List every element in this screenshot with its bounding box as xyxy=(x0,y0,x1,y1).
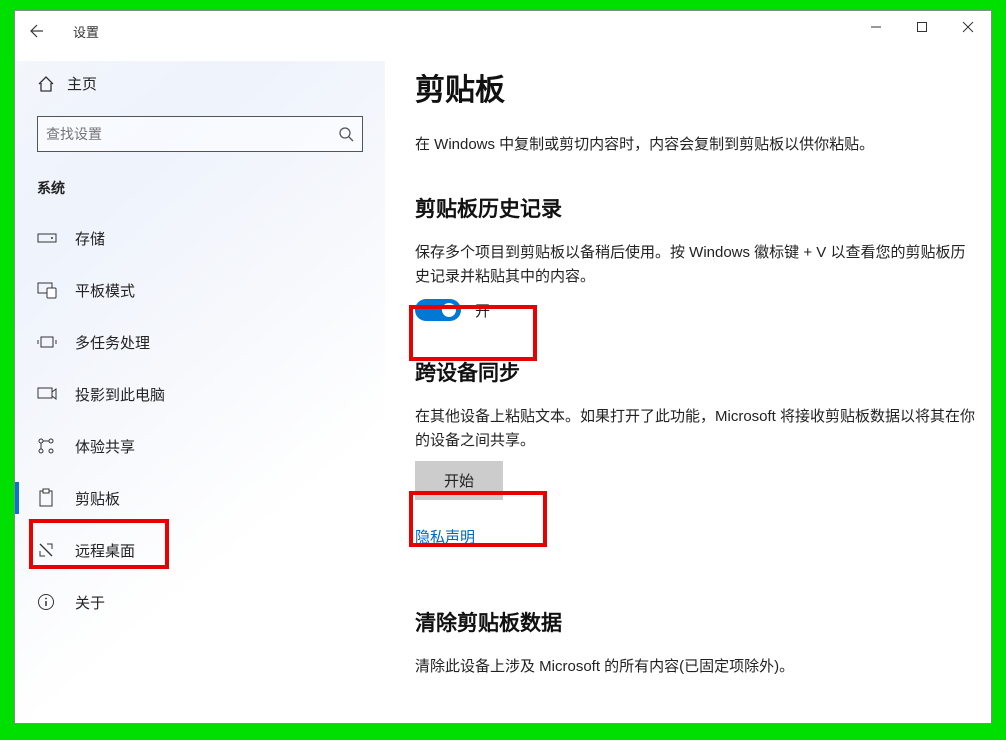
section-clear-title: 清除剪贴板数据 xyxy=(415,607,975,637)
multitask-icon xyxy=(37,334,75,350)
search-input-wrap[interactable] xyxy=(37,116,363,152)
sidebar-item-label: 体验共享 xyxy=(75,436,135,457)
maximize-button[interactable] xyxy=(899,11,945,43)
search-icon xyxy=(338,126,354,142)
sidebar-item-shared[interactable]: 体验共享 xyxy=(15,420,385,472)
sidebar-item-label: 平板模式 xyxy=(75,280,135,301)
sync-start-button[interactable]: 开始 xyxy=(415,461,503,500)
tablet-icon xyxy=(37,281,75,299)
home-icon xyxy=(37,75,67,93)
section-clear-desc: 清除此设备上涉及 Microsoft 的所有内容(已固定项除外)。 xyxy=(415,655,975,679)
sidebar-home-label: 主页 xyxy=(67,73,97,94)
sidebar-item-project[interactable]: 投影到此电脑 xyxy=(15,368,385,420)
section-history-title: 剪贴板历史记录 xyxy=(415,193,975,223)
window-title: 设置 xyxy=(73,22,99,41)
sidebar-item-remote[interactable]: 远程桌面 xyxy=(15,524,385,576)
remote-icon xyxy=(37,541,75,559)
sidebar-item-label: 远程桌面 xyxy=(75,540,135,561)
section-sync-desc: 在其他设备上粘贴文本。如果打开了此功能，Microsoft 将接收剪贴板数据以将… xyxy=(415,405,975,453)
history-toggle-label: 开 xyxy=(475,300,490,321)
sidebar-item-tablet[interactable]: 平板模式 xyxy=(15,264,385,316)
sidebar-category: 系统 xyxy=(15,170,385,212)
sidebar: 主页 系统 存储 平板模式 多任务处理 xyxy=(15,61,385,721)
section-sync-title: 跨设备同步 xyxy=(415,357,975,387)
clipboard-icon xyxy=(37,488,75,508)
project-icon xyxy=(37,386,75,402)
info-icon xyxy=(37,593,75,611)
privacy-link[interactable]: 隐私声明 xyxy=(415,526,475,547)
back-button[interactable] xyxy=(15,11,55,51)
sidebar-item-label: 存储 xyxy=(75,228,105,249)
share-icon xyxy=(37,437,75,455)
toggle-knob xyxy=(442,303,456,317)
sidebar-item-storage[interactable]: 存储 xyxy=(15,212,385,264)
sidebar-item-multitask[interactable]: 多任务处理 xyxy=(15,316,385,368)
sidebar-item-clipboard[interactable]: 剪贴板 xyxy=(15,472,385,524)
sidebar-item-label: 关于 xyxy=(75,592,105,613)
sidebar-home[interactable]: 主页 xyxy=(15,61,385,106)
page-intro: 在 Windows 中复制或剪切内容时，内容会复制到剪贴板以供你粘贴。 xyxy=(415,133,975,157)
close-button[interactable] xyxy=(945,11,991,43)
search-input[interactable] xyxy=(46,126,338,142)
minimize-button[interactable] xyxy=(853,11,899,43)
storage-icon xyxy=(37,230,75,246)
settings-window: 设置 主页 系统 xyxy=(14,10,992,724)
content: 剪贴板 在 Windows 中复制或剪切内容时，内容会复制到剪贴板以供你粘贴。 … xyxy=(415,65,975,715)
section-history-desc: 保存多个项目到剪贴板以备稍后使用。按 Windows 徽标键 + V 以查看您的… xyxy=(415,241,975,289)
page-title: 剪贴板 xyxy=(415,65,975,109)
sidebar-item-label: 投影到此电脑 xyxy=(75,384,165,405)
history-toggle[interactable] xyxy=(415,299,461,321)
sidebar-item-about[interactable]: 关于 xyxy=(15,576,385,628)
sidebar-item-label: 多任务处理 xyxy=(75,332,150,353)
sidebar-item-label: 剪贴板 xyxy=(75,488,120,509)
titlebar: 设置 xyxy=(15,11,991,51)
